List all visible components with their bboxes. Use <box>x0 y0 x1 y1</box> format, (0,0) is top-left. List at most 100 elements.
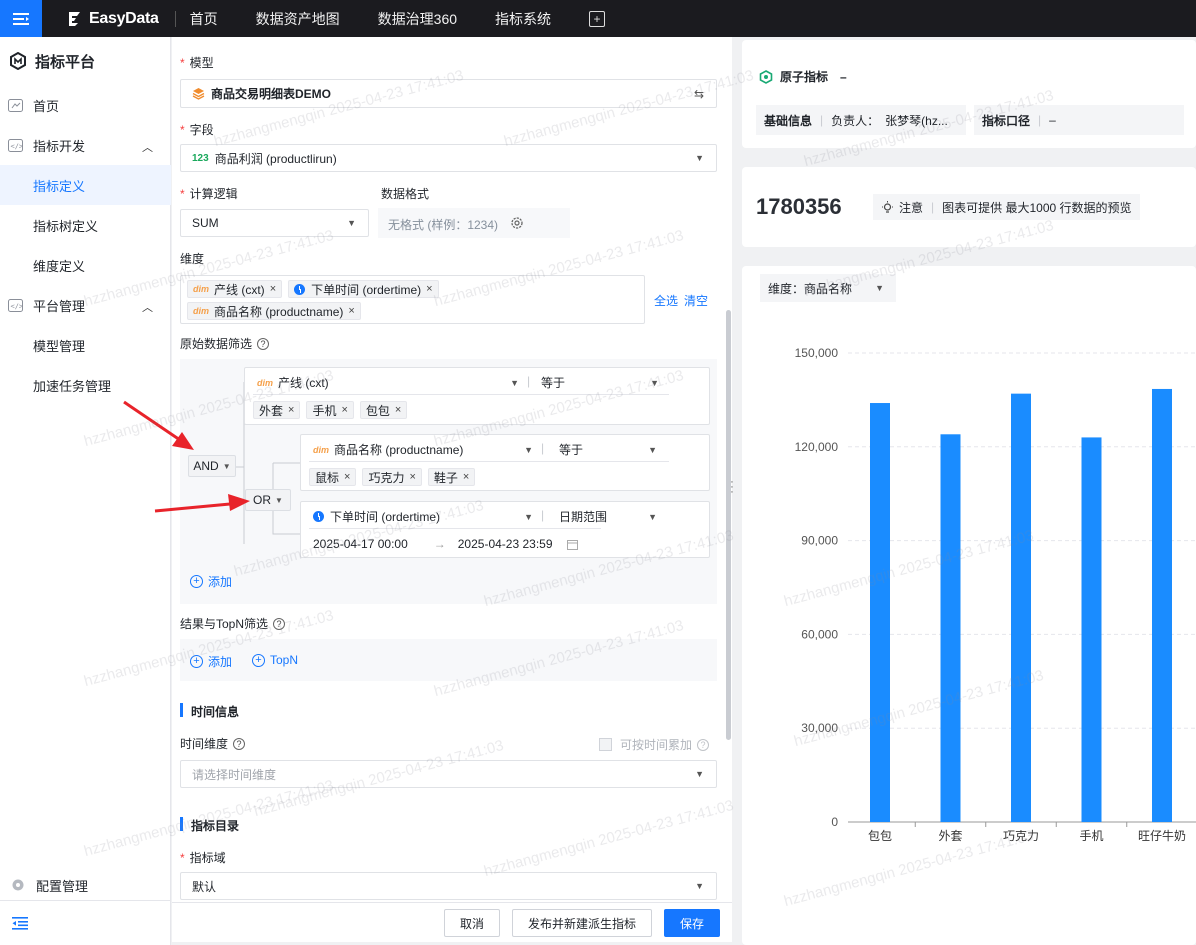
caret-down-icon: ▼ <box>222 461 231 471</box>
y-tick-label: 0 <box>831 815 838 829</box>
atomic-metric-header: 原子指标 – <box>759 68 847 85</box>
checkbox[interactable] <box>599 738 612 751</box>
dimension-select[interactable]: 维度：商品名称 ▼ <box>760 274 896 302</box>
and-logic-button[interactable]: AND ▼ <box>188 455 236 477</box>
resize-handle-icon[interactable]: · · · <box>729 477 735 498</box>
condition-field-value: 商品名称 (productname) <box>334 443 464 457</box>
sidebar-item-label: 模型管理 <box>33 338 86 354</box>
save-button[interactable]: 保存 <box>664 909 720 937</box>
value-tag: 鞋子 × <box>427 468 476 486</box>
plus-circle-icon: + <box>190 655 203 668</box>
help-icon[interactable]: ? <box>233 737 246 750</box>
x-tick-label: 手机 <box>1079 829 1103 843</box>
divider: | <box>1038 113 1042 127</box>
time-dimension-placeholder: 请选择时间维度 <box>192 767 277 782</box>
condition-operator-select[interactable]: 等于 ▼ <box>559 441 657 458</box>
chart-bar[interactable] <box>1152 388 1172 822</box>
domain-select[interactable]: 默认 ▼ <box>180 872 717 900</box>
help-icon[interactable]: ? <box>697 738 710 751</box>
sidebar-item-config[interactable]: 配置管理 <box>0 865 171 905</box>
arrow-right-icon: → <box>433 537 446 551</box>
date-range-picker[interactable]: 2025-04-17 00:00 → 2025-04-23 23:59 <box>313 537 578 551</box>
add-result-filter-button[interactable]: + 添加 <box>190 653 232 670</box>
close-icon[interactable]: × <box>463 471 469 483</box>
sidebar-item-platform-admin[interactable]: </> 平台管理 ︿ <box>0 285 171 325</box>
condition-operator-value: 日期范围 <box>559 510 608 524</box>
condition-field-select[interactable]: dim 商品名称 (productname) ▼ <box>313 441 533 458</box>
catalog-heading: 指标目录 <box>191 819 240 833</box>
close-icon[interactable]: × <box>288 404 294 416</box>
publish-and-derive-button[interactable]: 发布并新建派生指标 <box>512 909 652 937</box>
sidebar-item-home[interactable]: 首页 <box>0 85 171 125</box>
sidebar-item-label: 平台管理 <box>33 298 86 314</box>
sidebar-item-metric-definition[interactable]: 指标定义 <box>0 165 171 205</box>
nav-asset-map[interactable]: 数据资产地图 <box>256 9 340 29</box>
chart-bar[interactable] <box>1011 393 1031 822</box>
basic-info-label: 基础信息 <box>764 113 813 128</box>
sidebar-item-metric-dev[interactable]: </> 指标开发 ︿ <box>0 125 171 165</box>
divider: | <box>541 508 545 522</box>
help-icon[interactable]: ? <box>273 617 286 630</box>
nav-home[interactable]: 首页 <box>190 9 218 29</box>
close-icon[interactable]: × <box>341 404 347 416</box>
top-bar: EasyData 首页 数据资产地图 数据治理360 指标系统 + <box>0 0 1196 37</box>
sidebar-item-acceleration-tasks[interactable]: 加速任务管理 <box>0 365 171 405</box>
condition-values[interactable]: 外套 × 手机 × 包包 × <box>253 401 413 419</box>
plus-circle-icon: + <box>252 653 265 667</box>
chevron-up-icon: ︿ <box>142 142 153 154</box>
time-dimension-label: 时间维度? <box>180 735 246 752</box>
date-end[interactable]: 2025-04-23 23:59 <box>458 537 553 551</box>
add-topn-button[interactable]: + TopN <box>252 653 298 667</box>
condition-operator-select[interactable]: 日期范围 ▼ <box>559 508 657 525</box>
nav-metrics-system[interactable]: 指标系统 <box>495 9 551 29</box>
cancel-button[interactable]: 取消 <box>444 909 500 937</box>
condition-operator-select[interactable]: 等于 ▼ <box>541 374 659 391</box>
sidebar-item-dimension-definition[interactable]: 维度定义 <box>0 245 171 285</box>
brand-name: EasyData <box>89 9 159 27</box>
y-tick-label: 150,000 <box>795 346 839 360</box>
caliber-value: – <box>1049 113 1056 127</box>
brand-logo[interactable]: EasyData <box>66 10 159 28</box>
add-condition-button[interactable]: + 添加 <box>190 573 232 590</box>
chart-bar[interactable] <box>1081 437 1102 822</box>
chart-bar[interactable] <box>870 403 890 822</box>
owner-name: 张梦琴(hz... <box>885 113 948 128</box>
easydata-logo-icon <box>69 11 80 26</box>
time-info-heading: 时间信息 <box>191 705 240 719</box>
sidebar-item-metric-tree[interactable]: 指标树定义 <box>0 205 171 245</box>
condition-values[interactable]: 鼠标 × 巧克力 × 鞋子 × <box>309 468 481 486</box>
y-tick-label: 30,000 <box>801 721 838 735</box>
menu-toggle-button[interactable] <box>0 0 42 37</box>
close-icon[interactable]: × <box>395 404 401 416</box>
condition-operator-value: 等于 <box>541 376 566 390</box>
caliber-label: 指标口径 <box>982 113 1031 128</box>
sidebar-item-model-admin[interactable]: 模型管理 <box>0 325 171 365</box>
atomic-metric-value: – <box>840 69 847 84</box>
dim-icon: dim <box>257 377 274 388</box>
topn-filter-label: 结果与TopN筛选? <box>180 615 286 632</box>
condition-field-select[interactable]: 下单时间 (ordertime) ▼ <box>313 508 533 525</box>
section-marker <box>180 817 183 831</box>
divider: | <box>820 113 824 127</box>
chart-card: 维度：商品名称 ▼ 0 30,000 60,000 90,000 120,000 150,… <box>742 266 1196 945</box>
code-icon: </> <box>7 138 23 152</box>
time-dimension-select[interactable]: 请选择时间维度 ▼ <box>180 760 717 788</box>
close-icon[interactable]: × <box>409 471 415 483</box>
or-logic-button[interactable]: OR ▼ <box>245 489 291 511</box>
chevron-up-icon: ︿ <box>142 302 153 314</box>
x-tick-label: 旺仔牛奶 <box>1138 828 1186 843</box>
collapse-sidebar-icon[interactable] <box>12 916 28 930</box>
lightbulb-icon <box>882 200 893 213</box>
caret-down-icon: ▼ <box>695 769 704 779</box>
condition-field-select[interactable]: dim 产线 (cxt) ▼ <box>257 374 519 391</box>
filter-condition-3: 下单时间 (ordertime) ▼ | 日期范围 ▼ 2025-04-17 0… <box>300 501 710 558</box>
chart-bar[interactable] <box>940 434 961 822</box>
nav-governance[interactable]: 数据治理360 <box>378 9 457 29</box>
dimension-select-value: 维度：商品名称 <box>768 281 853 296</box>
caliber-chip: 指标口径 | – <box>974 105 1184 135</box>
close-icon[interactable]: × <box>344 471 350 483</box>
date-start[interactable]: 2025-04-17 00:00 <box>313 537 408 551</box>
time-accumulate-checkbox[interactable]: 可按时间累加 ? <box>599 736 710 753</box>
form-scrollbar[interactable] <box>726 310 731 740</box>
add-tab-icon[interactable]: + <box>589 10 606 27</box>
